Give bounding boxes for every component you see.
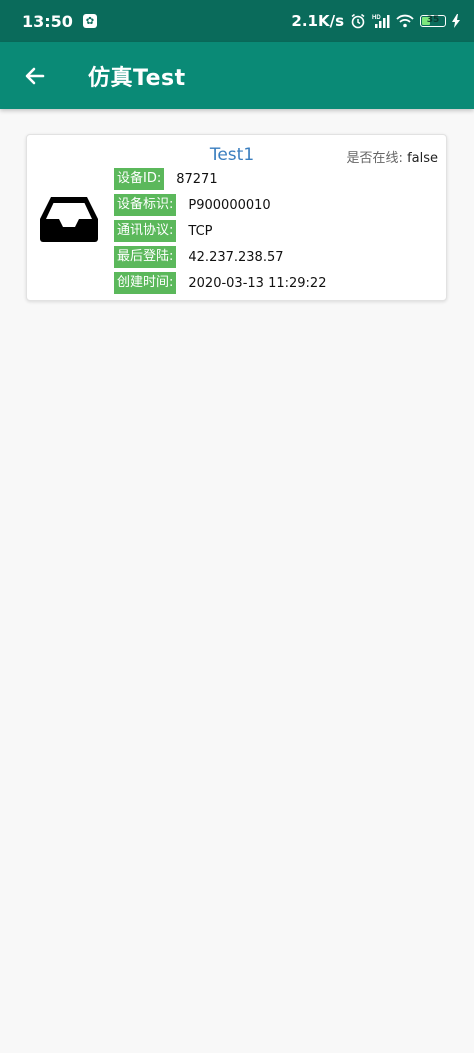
- status-bar: 13:50 ✿ 2.1K/s HD 35: [0, 0, 474, 42]
- field-value: 42.237.238.57: [188, 249, 284, 265]
- field-label: 创建时间:: [114, 272, 177, 294]
- status-time: 13:50: [22, 11, 73, 31]
- last-login-row: 最后登陆: 42.237.238.57: [114, 244, 326, 270]
- signal-icon: HD: [372, 13, 390, 29]
- wifi-icon: [396, 14, 414, 28]
- battery-icon: 35: [420, 15, 446, 27]
- network-speed: 2.1K/s: [291, 12, 344, 30]
- page-title: 仿真Test: [88, 65, 186, 91]
- status-icons: 2.1K/s HD 35: [291, 12, 460, 30]
- field-label: 最后登陆:: [114, 246, 177, 268]
- field-label: 设备ID:: [114, 168, 165, 190]
- field-value: 87271: [176, 171, 218, 187]
- device-info-list: 设备ID: 87271 设备标识: P900000010 通讯协议: TCP 最…: [114, 166, 326, 296]
- online-value: false: [407, 151, 438, 166]
- device-identifier-row: 设备标识: P900000010: [114, 192, 326, 218]
- arrow-left-icon: [25, 67, 45, 84]
- protocol-row: 通讯协议: TCP: [114, 218, 326, 244]
- device-id-row: 设备ID: 87271: [114, 166, 326, 192]
- online-label: 是否在线:: [346, 151, 403, 166]
- field-label: 设备标识:: [114, 194, 177, 216]
- field-value: 2020-03-13 11:29:22: [188, 275, 327, 291]
- field-value: P900000010: [188, 197, 271, 213]
- charging-icon: [452, 14, 460, 28]
- device-name: Test1: [209, 145, 255, 165]
- back-button[interactable]: [20, 61, 50, 91]
- alarm-icon: [350, 13, 366, 29]
- network-type-label: HD: [372, 15, 381, 21]
- inbox-tray-icon: [39, 195, 99, 243]
- device-card[interactable]: Test1 是否在线: false 设备ID: 87271 设备标识: P900…: [26, 134, 447, 301]
- notification-app-icon: ✿: [82, 14, 97, 28]
- battery-level: 35: [426, 15, 440, 25]
- online-status: 是否在线: false: [347, 147, 438, 166]
- field-label: 通讯协议:: [114, 220, 177, 242]
- field-value: TCP: [188, 223, 213, 239]
- app-bar: 仿真Test: [0, 42, 474, 109]
- created-time-row: 创建时间: 2020-03-13 11:29:22: [114, 270, 326, 296]
